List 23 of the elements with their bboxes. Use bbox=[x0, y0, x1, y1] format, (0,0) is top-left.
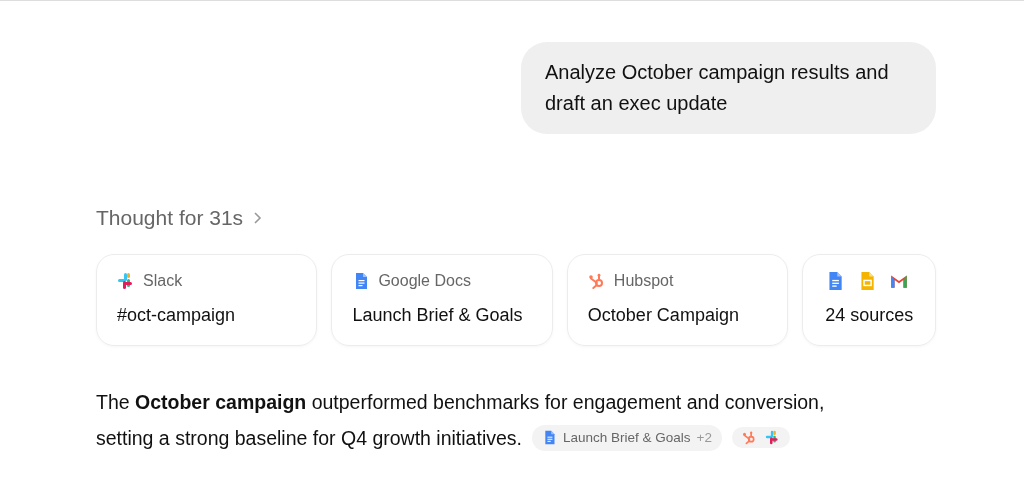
source-card[interactable]: Google Docs Launch Brief & Goals bbox=[331, 253, 553, 346]
slack-icon bbox=[764, 430, 780, 445]
document-icon bbox=[542, 430, 557, 445]
thought-toggle[interactable]: Thought for 31s bbox=[96, 202, 264, 234]
source-title: #oct-campaign bbox=[117, 303, 237, 327]
answer-text: setting a strong baseline for Q4 growth initiatives. bbox=[96, 425, 522, 451]
chevron-icon bbox=[251, 210, 264, 225]
citation-chip[interactable]: Launch Brief & Goals +2 bbox=[532, 424, 722, 451]
source-title: October Campaign bbox=[587, 303, 740, 327]
app-name: Slack bbox=[143, 270, 183, 291]
source-title: Launch Brief & Goals bbox=[352, 303, 524, 327]
answer-text: The October campaign outperformed benchmarks for engagement and conversion, bbox=[96, 389, 825, 415]
slack-icon bbox=[117, 271, 135, 290]
citation-chip[interactable] bbox=[731, 427, 790, 448]
source-title: 24 sources bbox=[825, 303, 915, 327]
source-card[interactable]: Hubspot October Campaign bbox=[566, 253, 789, 346]
app-name: Hubspot bbox=[613, 270, 674, 291]
sprocket-icon bbox=[741, 430, 757, 445]
app-name: Google Docs bbox=[378, 270, 471, 291]
sprocket-icon bbox=[587, 271, 606, 290]
source-card[interactable]: Slack #oct-campaign bbox=[96, 253, 318, 346]
user-message-bubble: Analyze October campaign results and draft an exec update bbox=[521, 42, 936, 134]
source-card[interactable]: 24 sources bbox=[802, 253, 936, 346]
